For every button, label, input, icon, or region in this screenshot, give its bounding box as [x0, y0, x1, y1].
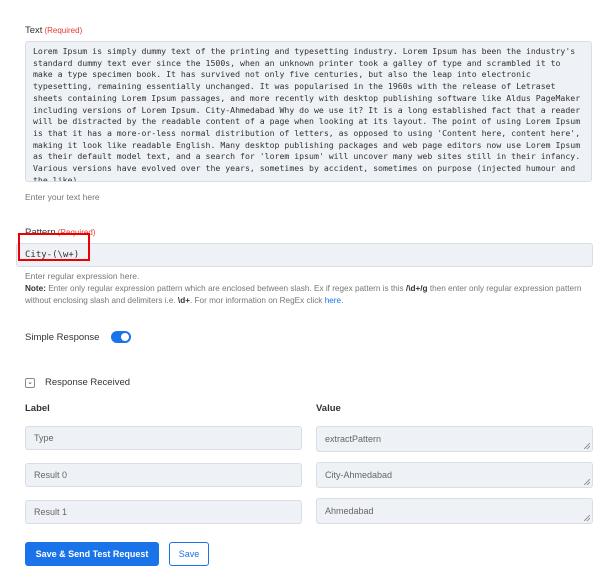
text-required-marker: (Required) [44, 26, 83, 35]
highlight-box [18, 233, 90, 261]
value-column-header: Value [316, 403, 341, 414]
pattern-input[interactable]: City-(\w+) [16, 243, 593, 267]
text-textarea[interactable]: Lorem Ipsum is simply dummy text of the … [25, 41, 592, 182]
response-value-result-1[interactable]: Ahmedabad [316, 498, 593, 524]
resize-grip-icon[interactable] [584, 443, 590, 449]
note-text-1: Enter only regular expression pattern wh… [48, 284, 404, 293]
response-value-result-1-text: Ahmedabad [325, 506, 374, 516]
label-column-header: Label [25, 403, 50, 414]
response-value-result-0[interactable]: City-Ahmedabad [316, 462, 593, 488]
note-text-3: . For mor information on RegEx click [189, 295, 323, 305]
pattern-help: Enter regular expression here. [25, 271, 140, 281]
note-example-2: \d+ [177, 295, 190, 305]
pattern-note: Note: Enter only regular expression patt… [25, 283, 585, 306]
response-value-type[interactable]: extractPattern [316, 426, 593, 452]
save-button[interactable]: Save [169, 542, 209, 566]
note-label: Note: [25, 284, 46, 293]
regex-help-link[interactable]: here. [325, 296, 344, 305]
note-example-1: /\d+/g [405, 284, 428, 293]
response-received-label: Response Received [45, 377, 131, 388]
save-send-test-request-button[interactable]: Save & Send Test Request [25, 542, 159, 566]
response-value-type-text: extractPattern [325, 434, 382, 444]
chevron-down-icon: ⌄ [27, 379, 33, 386]
simple-response-label: Simple Response [25, 332, 100, 343]
resize-grip-icon[interactable] [584, 515, 590, 521]
response-label-result-1[interactable]: Result 1 [25, 500, 302, 524]
collapse-toggle[interactable]: ⌄ [25, 378, 35, 388]
resize-grip-icon[interactable] [584, 479, 590, 485]
simple-response-toggle[interactable] [111, 331, 131, 343]
text-field-label-row: Text (Required) [25, 25, 82, 36]
response-value-result-0-text: City-Ahmedabad [325, 470, 393, 480]
text-help: Enter your text here [25, 192, 100, 202]
text-field-label: Text [25, 25, 43, 36]
response-label-type[interactable]: Type [25, 426, 302, 450]
response-label-result-0[interactable]: Result 0 [25, 463, 302, 487]
